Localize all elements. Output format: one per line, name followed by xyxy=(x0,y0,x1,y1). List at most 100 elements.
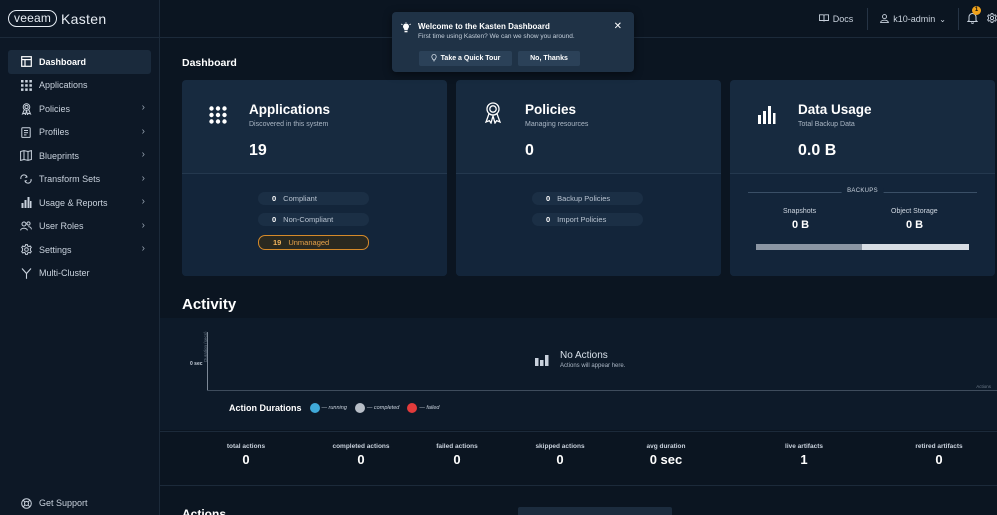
docs-link[interactable]: Docs xyxy=(818,8,869,30)
stats-divider xyxy=(160,431,997,432)
chart-y-tick: 0 sec xyxy=(190,361,203,367)
stat-value: 0 xyxy=(935,452,943,467)
stat-total-actions: total actions 0 xyxy=(195,443,297,467)
bar-chart-icon xyxy=(20,197,32,209)
applications-breakdown: 0 Compliant 0 Non-Compliant 19 Unmanaged xyxy=(182,173,447,276)
stat-retired-artifacts: retired artifacts 0 xyxy=(884,443,994,467)
no-thanks-button[interactable]: No, Thanks xyxy=(518,51,580,66)
policies-count: 0 xyxy=(525,142,534,159)
sidebar-item-label: Profiles xyxy=(39,127,70,138)
chevron-right-icon: › xyxy=(141,102,145,113)
no-actions-subtitle: Actions will appear here. xyxy=(560,363,626,369)
sidebar-item-label: Usage & Reports xyxy=(39,197,108,208)
chart-x-axis xyxy=(207,390,997,391)
transform-icon xyxy=(20,173,32,185)
clipboard-icon xyxy=(20,126,32,138)
unmanaged-label: Unmanaged xyxy=(288,238,330,247)
legend-title: Action Durations xyxy=(229,403,302,413)
legend-running: — running xyxy=(309,403,347,413)
get-support-label: Get Support xyxy=(39,498,88,508)
chevron-right-icon: › xyxy=(141,219,145,231)
stat-skipped-actions: skipped actions 0 xyxy=(507,443,613,467)
import-policies-label: Import Policies xyxy=(557,215,607,224)
sidebar-item-label: Settings xyxy=(39,244,72,255)
chevron-right-icon: › xyxy=(141,172,145,184)
applications-count: 19 xyxy=(249,142,267,159)
dashboard-icon xyxy=(20,56,32,68)
map-icon xyxy=(20,150,32,162)
legend-failed-label: — failed xyxy=(419,405,440,411)
applications-subtitle: Discovered in this system xyxy=(249,121,329,128)
policies-card[interactable]: Policies Managing resources 0 0 Backup Po… xyxy=(456,80,721,276)
sidebar-item-profiles[interactable]: Profiles › xyxy=(8,121,151,145)
chevron-right-icon: › xyxy=(141,243,145,254)
backups-label: BACKUPS xyxy=(841,188,884,194)
sidebar-item-applications[interactable]: Applications xyxy=(8,74,151,98)
close-icon[interactable]: ✕ xyxy=(614,21,622,32)
sidebar-item-settings[interactable]: Settings › xyxy=(8,238,151,262)
activity-title: Activity xyxy=(182,296,237,313)
import-policies-count: 0 xyxy=(546,215,551,224)
quick-tour-label: Take a Quick Tour xyxy=(440,55,501,62)
book-icon xyxy=(818,14,829,24)
sidebar-item-transform-sets[interactable]: Transform Sets › xyxy=(8,168,151,192)
sidebar-item-label: Dashboard xyxy=(39,56,87,67)
import-policies-pill[interactable]: 0 Import Policies xyxy=(532,213,643,226)
get-support-link[interactable]: Get Support xyxy=(20,497,88,509)
bar-chart-icon xyxy=(758,106,776,129)
unmanaged-pill[interactable]: 19 Unmanaged xyxy=(258,235,369,250)
stat-value: 1 xyxy=(800,452,808,467)
compliant-count: 0 xyxy=(272,194,277,203)
settings-button[interactable] xyxy=(985,13,997,25)
award-icon xyxy=(20,102,32,115)
no-actions-title: No Actions xyxy=(560,350,608,361)
bar-chart-icon xyxy=(535,353,549,371)
object-storage-label: Object Storage xyxy=(891,208,938,215)
chart-x-label: Actions xyxy=(976,384,991,389)
activity-chart xyxy=(160,318,997,430)
support-icon xyxy=(20,497,32,509)
snapshots-bar-segment xyxy=(756,244,862,250)
gear-icon xyxy=(987,13,997,25)
welcome-title: Welcome to the Kasten Dashboard xyxy=(418,22,550,31)
actions-filter-input[interactable] xyxy=(518,507,672,515)
sidebar-item-user-roles[interactable]: User Roles › xyxy=(8,215,151,239)
kasten-logo[interactable]: veeam Kasten xyxy=(8,10,106,27)
sidebar-item-multi-cluster[interactable]: Multi-Cluster xyxy=(8,262,151,286)
stat-label: avg duration xyxy=(646,443,686,450)
policies-title: Policies xyxy=(525,102,577,117)
sidebar-nav: Dashboard Applications Policies › Profil… xyxy=(0,38,159,285)
lightbulb-icon xyxy=(401,21,411,39)
notifications-button[interactable]: 1 xyxy=(959,6,985,26)
grid-icon xyxy=(20,79,32,91)
award-icon xyxy=(484,102,502,129)
applications-card[interactable]: Applications Discovered in this system 1… xyxy=(182,80,447,276)
logo-kasten: Kasten xyxy=(61,10,107,27)
actions-section-title: Actions xyxy=(182,507,227,515)
sidebar-item-label: Multi-Cluster xyxy=(39,268,90,279)
unmanaged-count: 19 xyxy=(273,238,282,247)
noncompliant-pill[interactable]: 0 Non-Compliant xyxy=(258,213,369,226)
running-dot xyxy=(309,403,320,413)
applications-grid-icon xyxy=(209,106,227,129)
noncompliant-label: Non-Compliant xyxy=(283,215,334,224)
policies-subtitle: Managing resources xyxy=(525,121,589,128)
compliant-pill[interactable]: 0 Compliant xyxy=(258,192,369,205)
policies-breakdown: 0 Backup Policies 0 Import Policies xyxy=(456,173,721,276)
sidebar-item-blueprints[interactable]: Blueprints › xyxy=(8,144,151,168)
sidebar-item-dashboard[interactable]: Dashboard xyxy=(8,50,151,74)
user-menu[interactable]: k10-admin ⌄ xyxy=(868,8,959,30)
sidebar-item-policies[interactable]: Policies › xyxy=(8,97,151,121)
chart-y-label: Duration (secs) xyxy=(203,331,208,362)
sidebar: veeam Kasten Dashboard Applications Poli… xyxy=(0,0,160,515)
data-usage-card[interactable]: Data Usage Total Backup Data 0.0 B BACKU… xyxy=(730,80,995,276)
quick-tour-button[interactable]: Take a Quick Tour xyxy=(419,51,512,66)
stat-label: retired artifacts xyxy=(915,443,963,450)
stat-live-artifacts: live artifacts 1 xyxy=(750,443,858,467)
top-right-controls: Docs k10-admin ⌄ 1 xyxy=(818,0,997,38)
stat-label: total actions xyxy=(226,443,266,450)
sidebar-item-usage-reports[interactable]: Usage & Reports › xyxy=(8,191,151,215)
backup-policies-pill[interactable]: 0 Backup Policies xyxy=(532,192,643,205)
data-usage-total: 0.0 B xyxy=(798,142,837,159)
stat-value: 0 xyxy=(453,452,461,467)
